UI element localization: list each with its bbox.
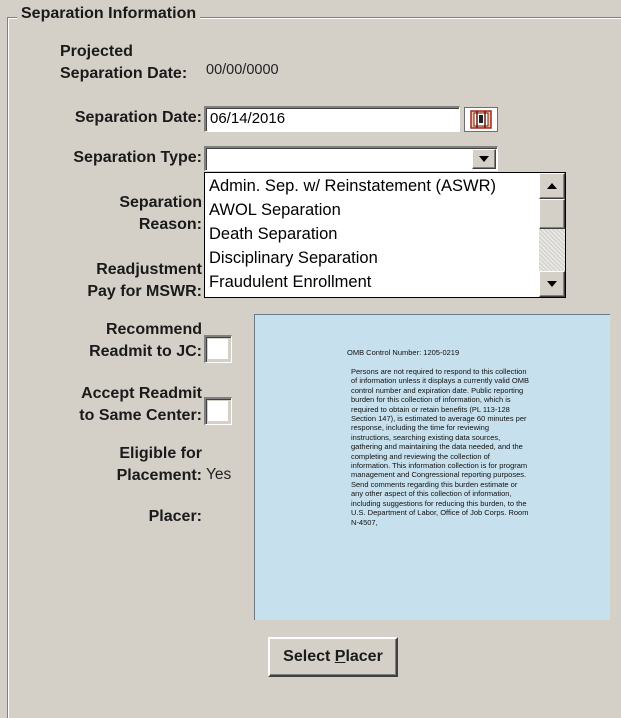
dropdown-arrow-button[interactable]	[472, 149, 496, 169]
checkbox-box	[208, 339, 228, 359]
eligible-placement-label-line1: Eligible for	[119, 445, 202, 462]
scroll-down-button[interactable]	[539, 271, 565, 297]
select-placer-label-prefix: Select	[283, 648, 335, 665]
dropdown-option[interactable]: Death Separation	[209, 222, 337, 246]
separation-reason-label-line2: Reason:	[138, 216, 202, 233]
separation-reason-label-line1: Separation	[119, 194, 202, 211]
omb-notice-panel: OMB Control Number: 1205-0219 Persons ar…	[254, 314, 610, 620]
separation-type-value	[206, 148, 214, 152]
accept-readmit-label-line2: to Same Center:	[79, 407, 202, 424]
projected-date-value: 00/00/0000	[206, 62, 279, 78]
arrow-up-icon	[547, 183, 557, 189]
accept-readmit-checkbox[interactable]	[204, 397, 232, 425]
select-placer-button[interactable]: Select Placer	[268, 637, 398, 677]
placer-label: Placer:	[148, 508, 202, 525]
scroll-up-button[interactable]	[539, 173, 565, 199]
chevron-down-icon	[479, 156, 489, 162]
dropdown-scrollbar[interactable]	[539, 173, 565, 297]
recommend-readmit-label-line1: Recommend	[105, 321, 202, 338]
select-placer-mnemonic: P	[334, 648, 346, 665]
checkbox-box	[208, 401, 228, 421]
calendar-icon	[470, 110, 492, 129]
arrow-down-icon	[547, 281, 557, 287]
projected-date-label-line2: Separation Date:	[60, 65, 188, 82]
readjustment-label-line2: Pay for MSWR:	[87, 283, 202, 300]
groupbox-title: Separation Information	[17, 5, 201, 23]
dropdown-option[interactable]: Admin. Sep. w/ Reinstatement (ASWR)	[209, 174, 496, 198]
projected-date-label-line1: Projected	[60, 43, 133, 60]
dropdown-option[interactable]: Fraudulent Enrollment	[209, 270, 371, 294]
recommend-readmit-label-line2: Readmit to JC:	[89, 343, 202, 360]
scrollbar-thumb[interactable]	[539, 199, 565, 229]
separation-type-dropdown-list[interactable]: Admin. Sep. w/ Reinstatement (ASWR) AWOL…	[204, 172, 566, 298]
dropdown-option[interactable]: AWOL Separation	[209, 198, 341, 222]
readjustment-label-line1: Readjustment	[96, 261, 202, 278]
omb-burden-statement: Persons are not required to respond to t…	[351, 367, 529, 527]
eligible-placement-value: Yes	[206, 466, 232, 483]
dropdown-option[interactable]: Disciplinary Separation	[209, 246, 378, 270]
omb-control-number: OMB Control Number: 1205-0219	[347, 348, 460, 357]
select-placer-label-suffix: lacer	[345, 648, 383, 665]
separation-type-label: Separation Type:	[73, 149, 202, 166]
separation-date-field[interactable]: 06/14/2016	[204, 106, 460, 132]
separation-type-select[interactable]	[204, 146, 498, 171]
accept-readmit-label-line1: Accept Readmit	[81, 385, 202, 402]
eligible-placement-label-line2: Placement:	[116, 467, 202, 484]
separation-date-label: Separation Date:	[74, 109, 202, 126]
calendar-button[interactable]	[464, 107, 498, 132]
recommend-readmit-checkbox[interactable]	[204, 335, 232, 363]
